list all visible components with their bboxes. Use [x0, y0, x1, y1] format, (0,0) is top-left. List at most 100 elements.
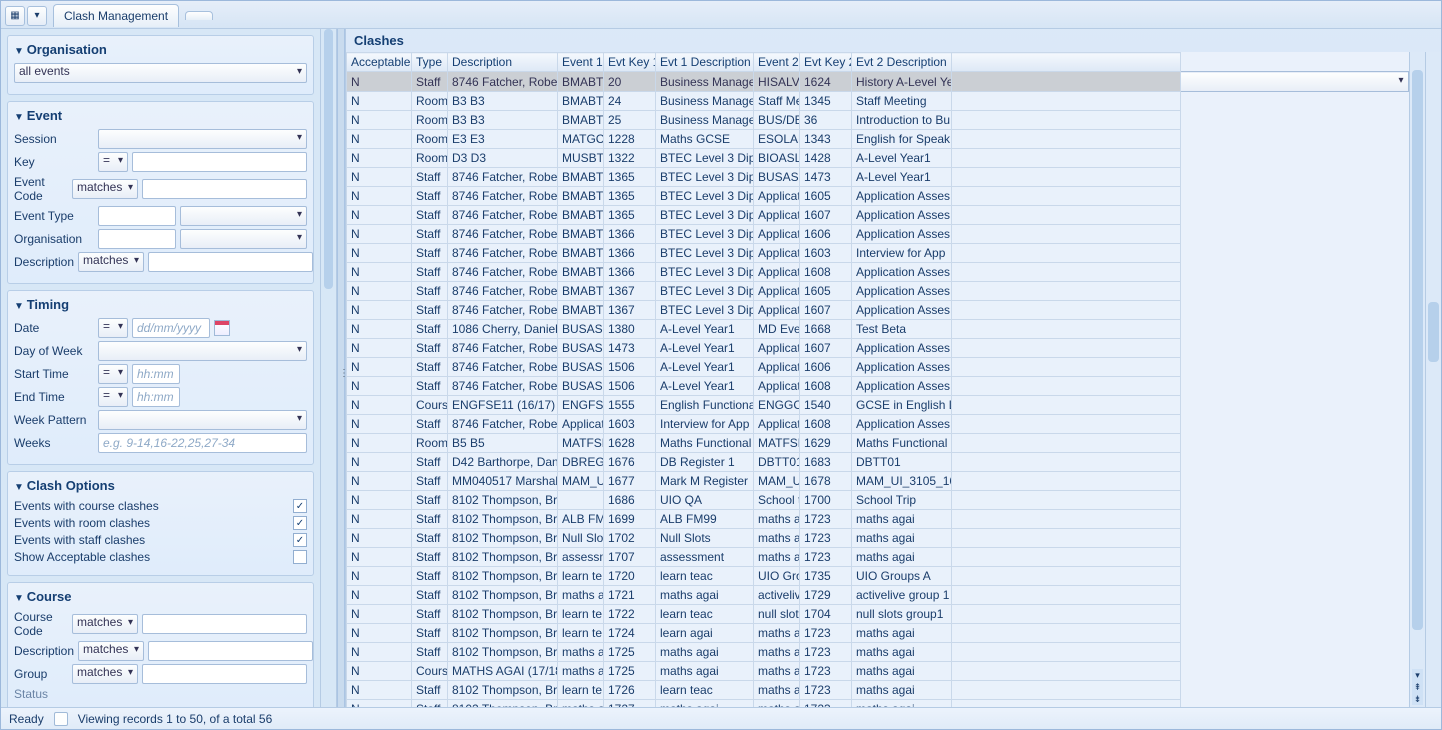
dropdown-icon[interactable]: ▾	[27, 6, 47, 26]
event-code-op-select[interactable]: matches	[72, 179, 138, 199]
cell: Application Asses	[852, 415, 952, 434]
organisation-select[interactable]: all events	[14, 63, 307, 83]
end-time-input[interactable]	[132, 387, 180, 407]
event-desc-input[interactable]	[148, 252, 313, 272]
cell: Application Asses	[852, 358, 952, 377]
sidebar-scrollbar[interactable]	[321, 29, 337, 707]
session-select[interactable]	[98, 129, 307, 149]
event-desc-op-select[interactable]: matches	[78, 252, 144, 272]
cell: Applicat	[754, 339, 800, 358]
table-row[interactable]: NStaff1086 Cherry, DanielBUSASL1380A-Lev…	[347, 320, 1409, 339]
key-input[interactable]	[132, 152, 307, 172]
table-row[interactable]: NStaffD42 Barthorpe, DanDBREG11676DB Reg…	[347, 453, 1409, 472]
table-row[interactable]: NStaff8746 Fatcher, RoberBMABTC1365BTEC …	[347, 168, 1409, 187]
staff-clashes-checkbox[interactable]: ✓	[293, 533, 307, 547]
course-desc-op-select[interactable]: matches	[78, 641, 144, 661]
room-clashes-checkbox[interactable]: ✓	[293, 516, 307, 530]
cell: Maths Functional	[656, 434, 754, 453]
cell: BMABTC	[558, 72, 604, 92]
course-group-op-select[interactable]: matches	[72, 664, 138, 684]
table-row[interactable]: NStaff8746 Fatcher, RoberBMABTC1367BTEC …	[347, 282, 1409, 301]
table-row[interactable]: NStaff8746 Fatcher, RoberBUSASL1506A-Lev…	[347, 377, 1409, 396]
grid-view-icon[interactable]: ▦	[5, 6, 25, 26]
weeks-input[interactable]	[98, 433, 307, 453]
week-pattern-select[interactable]	[98, 410, 307, 430]
table-row[interactable]: NRoomE3 E3MATGCS1228Maths GCSEESOLAD1343…	[347, 130, 1409, 149]
course-desc-input[interactable]	[148, 641, 313, 661]
key-op-select[interactable]: =	[98, 152, 128, 172]
table-row[interactable]: NStaff8746 Fatcher, RoberApplicat1603Int…	[347, 415, 1409, 434]
table-row[interactable]: NRoomD3 D3MUSBTC1322BTEC Level 3 DiplBIO…	[347, 149, 1409, 168]
cell: maths agai	[852, 529, 952, 548]
table-row[interactable]: NRoomB5 B5MATFSE1628Maths FunctionalMATF…	[347, 434, 1409, 453]
date-input[interactable]	[132, 318, 210, 338]
table-row[interactable]: NCoursMATHS AGAI (17/18maths a1725maths …	[347, 662, 1409, 681]
course-group-input[interactable]	[142, 664, 307, 684]
table-row[interactable]: NStaff8102 Thompson, BriALB FM1699ALB FM…	[347, 510, 1409, 529]
tab-clash-management[interactable]: Clash Management	[53, 4, 179, 27]
table-row[interactable]: NStaff8746 Fatcher, RoberBMABTC20Busines…	[347, 72, 1409, 92]
table-row[interactable]: NRoomB3 B3BMABTC24Business ManageStaff M…	[347, 92, 1409, 111]
table-row[interactable]: NStaff8102 Thompson, Brilearn te1722lear…	[347, 605, 1409, 624]
cell: 1720	[604, 567, 656, 586]
course-code-op-select[interactable]: matches	[72, 614, 138, 634]
course-code-input[interactable]	[142, 614, 307, 634]
cell: Application Asses	[852, 263, 952, 282]
cell: N	[347, 681, 412, 700]
tab-empty[interactable]	[185, 11, 213, 20]
table-row[interactable]: NCoursENGFSE11 (16/17) CENGFSE1555Englis…	[347, 396, 1409, 415]
cell: N	[347, 662, 412, 681]
table-row[interactable]: NStaff8102 Thompson, BriNull Slo1702Null…	[347, 529, 1409, 548]
table-row[interactable]: NStaff8746 Fatcher, RoberBMABTC1365BTEC …	[347, 206, 1409, 225]
table-scrollbar[interactable]: ▾⇞⇟	[1409, 52, 1425, 707]
end-op-select[interactable]: =	[98, 387, 128, 407]
col-event2[interactable]: Event 2	[754, 53, 800, 72]
col-type[interactable]: Type	[412, 53, 448, 72]
table-row[interactable]: NStaff8102 Thompson, Brimaths a1727maths…	[347, 700, 1409, 708]
cell: 1629	[800, 434, 852, 453]
table-row[interactable]: NStaff8746 Fatcher, RoberBMABTC1366BTEC …	[347, 225, 1409, 244]
cell: Business Manage	[656, 92, 754, 111]
week-pattern-label: Week Pattern	[14, 413, 94, 427]
dow-select[interactable]	[98, 341, 307, 361]
table-row[interactable]: NRoomB3 B3BMABTC25Business ManageBUS/DE3…	[347, 111, 1409, 130]
cell: 1678	[800, 472, 852, 491]
table-row[interactable]: NStaff8746 Fatcher, RoberBUSASL1506A-Lev…	[347, 358, 1409, 377]
table-row[interactable]: NStaffMM040517 MarshalMAM_U1677Mark M Re…	[347, 472, 1409, 491]
event-type-select[interactable]	[180, 206, 307, 226]
table-row[interactable]: NStaff8102 Thompson, Brilearn te1726lear…	[347, 681, 1409, 700]
table-row[interactable]: NStaff8102 Thompson, Brimaths a1725maths…	[347, 643, 1409, 662]
col-event1[interactable]: Event 1	[558, 53, 604, 72]
table-row[interactable]: NStaff8102 Thompson, Briassessm1707asses…	[347, 548, 1409, 567]
table-row[interactable]: NStaff8746 Fatcher, RoberBMABTC1366BTEC …	[347, 244, 1409, 263]
col-evt2-desc[interactable]: Evt 2 Description	[852, 53, 952, 72]
cell: 8746 Fatcher, Rober	[448, 377, 558, 396]
start-op-select[interactable]: =	[98, 364, 128, 384]
splitter-handle[interactable]	[337, 29, 345, 707]
table-row[interactable]: NStaff8102 Thompson, Bri1686UIO QASchool…	[347, 491, 1409, 510]
acceptable-clashes-checkbox[interactable]	[293, 550, 307, 564]
col-description[interactable]: Description	[448, 53, 558, 72]
col-evt-key2[interactable]: Evt Key 2	[800, 53, 852, 72]
table-row[interactable]: NStaff8746 Fatcher, RoberBMABTC1366BTEC …	[347, 263, 1409, 282]
course-clashes-checkbox[interactable]: ✓	[293, 499, 307, 513]
calendar-icon[interactable]	[214, 320, 230, 336]
table-row[interactable]: NStaff8746 Fatcher, RoberBMABTC1365BTEC …	[347, 187, 1409, 206]
event-org-select[interactable]	[180, 229, 307, 249]
table-row[interactable]: NStaff8102 Thompson, Brimaths a1721maths…	[347, 586, 1409, 605]
table-row[interactable]: NStaff8746 Fatcher, RoberBMABTC1367BTEC …	[347, 301, 1409, 320]
start-time-input[interactable]	[132, 364, 180, 384]
right-scrollbar[interactable]	[1425, 52, 1441, 707]
cell: 1668	[800, 320, 852, 339]
col-evt-key1[interactable]: Evt Key 1▼	[604, 53, 656, 72]
date-op-select[interactable]: =	[98, 318, 128, 338]
col-acceptable[interactable]: Acceptable	[347, 53, 412, 72]
col-evt1-desc[interactable]: Evt 1 Description	[656, 53, 754, 72]
table-row[interactable]: NStaff8746 Fatcher, RoberBUSASL1473A-Lev…	[347, 339, 1409, 358]
event-org-input[interactable]	[98, 229, 176, 249]
event-code-input[interactable]	[142, 179, 307, 199]
event-type-input[interactable]	[98, 206, 176, 226]
table-row[interactable]: NStaff8102 Thompson, Brilearn te1724lear…	[347, 624, 1409, 643]
table-row[interactable]: NStaff8102 Thompson, Brilearn te1720lear…	[347, 567, 1409, 586]
cell: N	[347, 187, 412, 206]
